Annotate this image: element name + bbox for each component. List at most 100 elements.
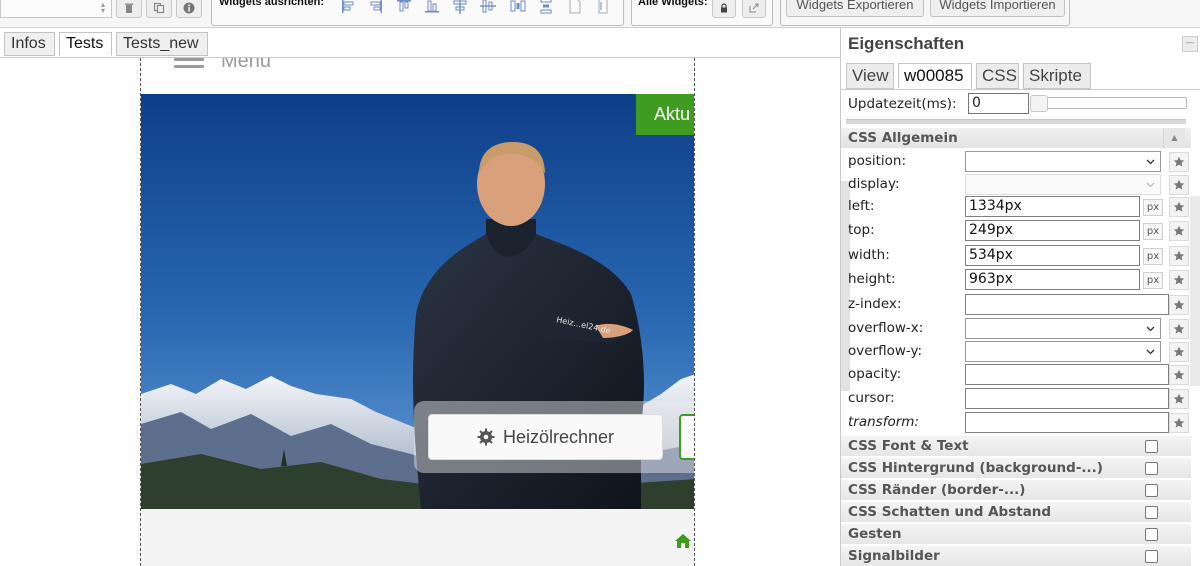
favorite-opacity[interactable]: [1169, 365, 1189, 385]
favorite-cursor[interactable]: [1169, 389, 1189, 409]
tab-view[interactable]: View: [846, 63, 894, 89]
heizoelrechner-button[interactable]: Heizölrechner: [428, 414, 663, 460]
width-input[interactable]: 534px: [965, 245, 1140, 266]
info-button[interactable]: [176, 0, 202, 18]
update-interval-input[interactable]: 0: [968, 93, 1029, 114]
transform-label: transform:: [848, 414, 919, 430]
menu-label[interactable]: Menu: [221, 58, 271, 73]
export-widgets-button[interactable]: Widgets Exportieren: [786, 0, 924, 17]
update-interval-slider[interactable]: [1030, 95, 1187, 112]
favorite-height[interactable]: [1169, 270, 1189, 290]
favorite-position[interactable]: [1169, 152, 1189, 172]
external-link-icon: [749, 3, 759, 13]
align-left-icon[interactable]: [339, 0, 357, 15]
top-input[interactable]: 249px: [965, 220, 1140, 241]
star-icon: [1173, 201, 1185, 212]
distribute-vertical-icon[interactable]: [537, 0, 555, 15]
overflow-x-select[interactable]: [965, 318, 1161, 339]
section-shadow[interactable]: CSS Schatten und Abstand: [841, 502, 1191, 522]
aktuell-button[interactable]: Aktu: [636, 94, 694, 135]
tab-tests-new[interactable]: Tests_new: [116, 32, 208, 56]
section-border[interactable]: CSS Ränder (border-...): [841, 480, 1191, 500]
overflow-y-select[interactable]: [965, 341, 1161, 362]
section-css-general[interactable]: CSS Allgemein ▲: [841, 128, 1191, 148]
font-text-checkbox[interactable]: [1145, 440, 1158, 453]
star-icon: [1173, 179, 1185, 190]
position-select[interactable]: [965, 151, 1161, 172]
align-bottom-icon[interactable]: [423, 0, 441, 15]
same-width-icon[interactable]: [566, 0, 584, 15]
overflow-x-label: overflow-x:: [848, 320, 924, 336]
align-right-icon[interactable]: [367, 0, 385, 15]
lock-button[interactable]: [712, 0, 736, 18]
hamburger-icon[interactable]: [174, 58, 204, 72]
overflow-y-label: overflow-y:: [848, 343, 923, 359]
signal-images-checkbox[interactable]: [1145, 550, 1158, 563]
center-vertical-icon[interactable]: [451, 0, 469, 15]
tab-infos[interactable]: Infos: [4, 32, 55, 56]
favorite-top[interactable]: [1169, 221, 1189, 241]
chevron-down-icon: [1146, 182, 1155, 188]
center-horizontal-icon[interactable]: [479, 0, 497, 15]
width-unit[interactable]: px: [1143, 248, 1163, 265]
tab-widget[interactable]: w00085: [898, 63, 972, 89]
view-select[interactable]: ▴ ▾: [0, 0, 112, 18]
opacity-input[interactable]: [965, 364, 1169, 385]
left-unit[interactable]: px: [1143, 199, 1163, 216]
border-checkbox[interactable]: [1145, 484, 1158, 497]
transform-input[interactable]: [965, 412, 1169, 433]
top-unit[interactable]: px: [1143, 223, 1163, 240]
section-signal-images[interactable]: Signalbilder: [841, 546, 1191, 566]
favorite-z-index[interactable]: [1169, 295, 1189, 315]
vis-editor: ▴ ▾ Widgets ausrichten: Alle Widgets: Wi…: [0, 0, 1200, 566]
gestures-checkbox[interactable]: [1145, 528, 1158, 541]
star-icon: [1173, 250, 1185, 261]
star-icon: [1173, 225, 1185, 236]
home-icon[interactable]: [674, 532, 692, 550]
favorite-overflow-x[interactable]: [1169, 319, 1189, 339]
star-icon: [1173, 274, 1185, 285]
tab-css[interactable]: CSS: [976, 63, 1019, 89]
delete-button[interactable]: [116, 0, 142, 18]
cursor-input[interactable]: [965, 388, 1169, 409]
slider-handle[interactable]: [1030, 95, 1048, 112]
external-button[interactable]: [742, 0, 766, 18]
shadow-checkbox[interactable]: [1145, 506, 1158, 519]
tab-skripte[interactable]: Skripte: [1023, 63, 1091, 89]
section-background[interactable]: CSS Hintergrund (background-...): [841, 458, 1191, 478]
left-input[interactable]: 1334px: [965, 196, 1140, 217]
favorite-width[interactable]: [1169, 246, 1189, 266]
star-icon: [1173, 417, 1185, 428]
section-gestures[interactable]: Gesten: [841, 524, 1191, 544]
tab-tests[interactable]: Tests: [59, 32, 112, 56]
row-left: left: 1334px px: [841, 196, 1191, 219]
favorite-left[interactable]: [1169, 197, 1189, 217]
align-top-icon[interactable]: [395, 0, 413, 15]
z-index-input[interactable]: [965, 294, 1169, 315]
align-label: Widgets ausrichten:: [219, 0, 325, 8]
minimize-icon[interactable]: —: [1182, 36, 1198, 52]
height-input[interactable]: 963px: [965, 269, 1140, 290]
menu-bar: Menu: [141, 58, 694, 94]
property-tabs: View w00085 CSS Skripte: [841, 61, 1200, 90]
trash-icon: [125, 3, 133, 13]
section-font-text[interactable]: CSS Font & Text: [841, 436, 1191, 456]
secondary-calc-button[interactable]: [679, 414, 694, 460]
display-select[interactable]: [965, 174, 1161, 195]
favorite-display[interactable]: [1169, 175, 1189, 195]
collapse-icon[interactable]: ▲: [1163, 128, 1185, 148]
row-opacity: opacity:: [841, 364, 1191, 387]
row-overflow-x: overflow-x:: [841, 318, 1191, 341]
favorite-transform[interactable]: [1169, 413, 1189, 433]
editor-canvas: Menu Heiz…el24.de Aktu Heizölrechner: [0, 58, 840, 566]
selected-widget[interactable]: Menu Heiz…el24.de Aktu Heizölrechner: [140, 58, 695, 566]
import-widgets-button[interactable]: Widgets Importieren: [930, 0, 1065, 17]
right-scrollbar[interactable]: [1190, 196, 1200, 386]
row-transform: transform:: [841, 412, 1191, 435]
copy-button[interactable]: [146, 0, 172, 18]
height-unit[interactable]: px: [1143, 272, 1163, 289]
distribute-horizontal-icon[interactable]: [509, 0, 527, 15]
background-checkbox[interactable]: [1145, 462, 1158, 475]
favorite-overflow-y[interactable]: [1169, 342, 1189, 362]
same-height-icon[interactable]: [594, 0, 612, 15]
